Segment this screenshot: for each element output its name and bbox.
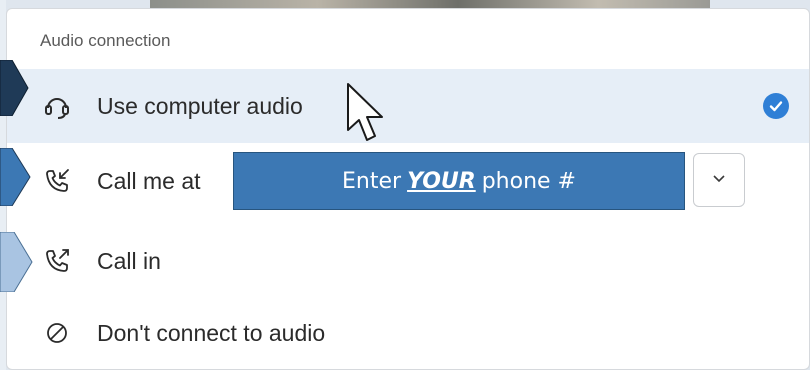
country-code-dropdown[interactable] xyxy=(693,153,745,207)
option-label: Call in xyxy=(97,247,161,274)
checkmark-icon xyxy=(763,93,789,119)
option-label: Use computer audio xyxy=(97,92,303,119)
phone-input-suffix: phone # xyxy=(481,168,576,194)
phone-number-input[interactable]: Enter YOUR phone # xyxy=(233,152,685,210)
chevron-down-icon xyxy=(711,170,727,191)
no-audio-icon xyxy=(41,317,73,349)
step-2-arrow xyxy=(0,148,31,206)
step-1-arrow xyxy=(0,60,29,116)
phone-input-prefix: Enter xyxy=(342,168,402,194)
step-3-arrow xyxy=(0,232,33,292)
phone-outgoing-icon xyxy=(41,245,73,277)
mouse-pointer-icon xyxy=(347,83,383,141)
headset-icon xyxy=(41,90,73,122)
option-dont-connect-audio[interactable]: Don't connect to audio xyxy=(7,296,809,370)
option-label: Don't connect to audio xyxy=(97,319,326,346)
panel-title: Audio connection xyxy=(40,31,171,50)
phone-input-emphasis: YOUR xyxy=(407,168,476,194)
option-label: Call me at xyxy=(97,167,201,194)
option-call-in[interactable]: Call in xyxy=(7,224,809,298)
option-use-computer-audio[interactable]: Use computer audio xyxy=(7,69,809,143)
phone-incoming-icon xyxy=(41,165,73,197)
